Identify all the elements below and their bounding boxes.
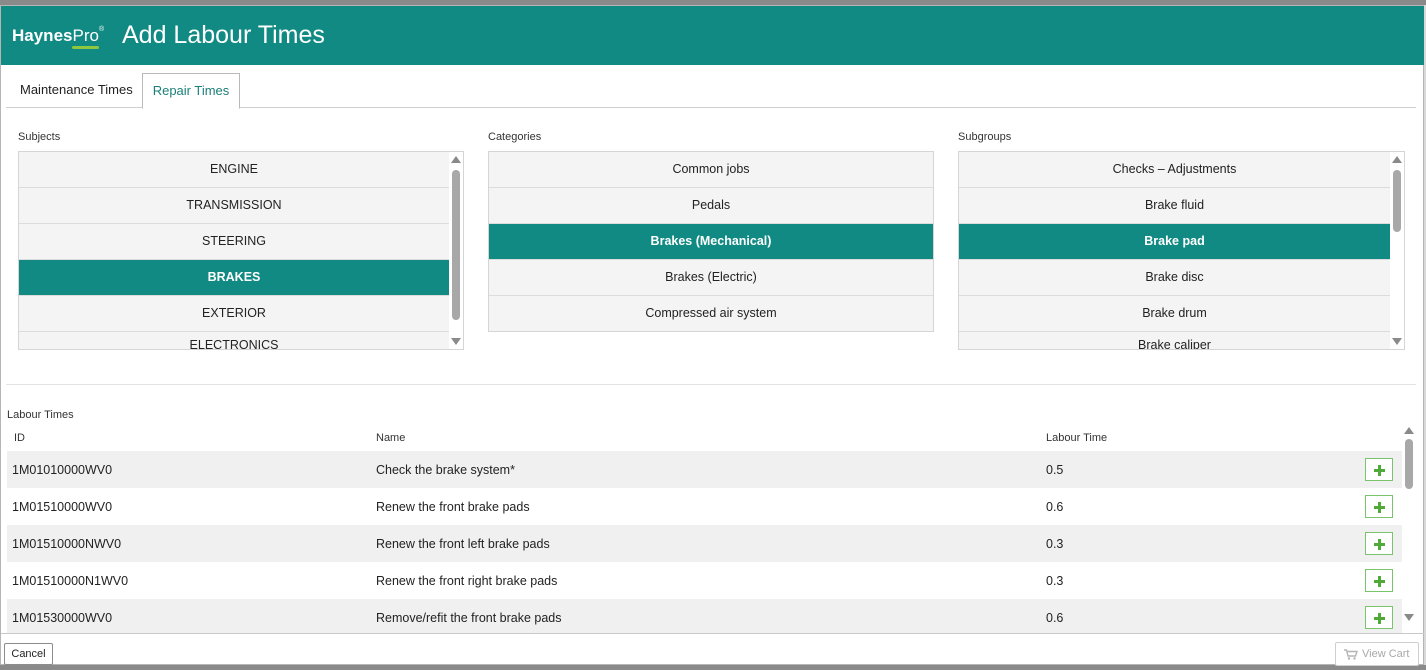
arrow-down-icon[interactable] xyxy=(1404,614,1414,621)
plus-icon[interactable] xyxy=(1365,458,1393,481)
cart-icon xyxy=(1344,649,1358,660)
dialog-title: Add Labour Times xyxy=(122,21,325,49)
subject-item-brakes[interactable]: BRAKES xyxy=(19,260,449,296)
categories-label: Categories xyxy=(488,131,542,143)
plus-icon[interactable] xyxy=(1365,532,1393,555)
labour-times-table: 1M01010000WV0 Check the brake system* 0.… xyxy=(7,451,1402,633)
scroll-thumb[interactable] xyxy=(1393,170,1401,232)
subject-item-steering[interactable]: STEERING xyxy=(19,224,449,260)
subject-item-electronics[interactable]: ELECTRONICS xyxy=(19,332,449,349)
row-id: 1M01510000NWV0 xyxy=(12,537,122,551)
arrow-up-icon[interactable] xyxy=(1404,427,1414,434)
arrow-up-icon[interactable] xyxy=(451,156,461,163)
subjects-label: Subjects xyxy=(18,131,61,143)
row-id: 1M01510000WV0 xyxy=(12,500,113,514)
table-row[interactable]: 1M01530000WV0 Remove/refit the front bra… xyxy=(7,599,1402,633)
row-labour-time: 0.6 xyxy=(1046,500,1064,514)
table-row[interactable]: 1M01010000WV0 Check the brake system* 0.… xyxy=(7,451,1402,488)
section-divider xyxy=(6,384,1416,385)
column-header-labour-time: Labour Time xyxy=(1046,432,1108,444)
arrow-down-icon[interactable] xyxy=(1392,338,1402,345)
subgroup-item-checks-adjustments[interactable]: Checks – Adjustments xyxy=(959,152,1390,188)
row-labour-time: 0.6 xyxy=(1046,611,1064,625)
subgroups-label: Subgroups xyxy=(958,131,1012,143)
tab-bar: Maintenance Times Repair Times xyxy=(6,73,1416,109)
subjects-scrollbar[interactable] xyxy=(449,152,463,349)
dialog-header: HaynesPro® Add Labour Times xyxy=(1,6,1425,65)
view-cart-label: View Cart xyxy=(1362,648,1410,660)
scroll-thumb[interactable] xyxy=(452,170,460,320)
row-id: 1M01530000WV0 xyxy=(12,611,113,625)
subject-item-exterior[interactable]: EXTERIOR xyxy=(19,296,449,332)
row-name: Renew the front left brake pads xyxy=(376,537,550,551)
subgroup-item-brake-drum[interactable]: Brake drum xyxy=(959,296,1390,332)
row-labour-time: 0.3 xyxy=(1046,574,1064,588)
arrow-up-icon[interactable] xyxy=(1392,156,1402,163)
row-name: Remove/refit the front brake pads xyxy=(376,611,562,625)
view-cart-button[interactable]: View Cart xyxy=(1335,642,1419,666)
row-id: 1M01010000WV0 xyxy=(12,463,113,477)
add-labour-times-dialog: HaynesPro® Add Labour Times Maintenance … xyxy=(0,5,1425,666)
table-row[interactable]: 1M01510000NWV0 Renew the front left brak… xyxy=(7,525,1402,562)
subgroup-item-brake-fluid[interactable]: Brake fluid xyxy=(959,188,1390,224)
subgroups-list: Checks – Adjustments Brake fluid Brake p… xyxy=(958,151,1405,350)
row-name: Check the brake system* xyxy=(376,463,515,477)
labour-times-label: Labour Times xyxy=(7,409,74,421)
table-row[interactable]: 1M01510000N1WV0 Renew the front right br… xyxy=(7,562,1402,599)
footer-divider xyxy=(1,633,1425,634)
arrow-down-icon[interactable] xyxy=(451,338,461,345)
plus-icon[interactable] xyxy=(1365,495,1393,518)
plus-icon[interactable] xyxy=(1365,606,1393,629)
column-header-name: Name xyxy=(376,432,406,444)
row-name: Renew the front right brake pads xyxy=(376,574,558,588)
row-labour-time: 0.5 xyxy=(1046,463,1064,477)
category-item-common-jobs[interactable]: Common jobs xyxy=(489,152,933,188)
row-labour-time: 0.3 xyxy=(1046,537,1064,551)
tab-repair-times[interactable]: Repair Times xyxy=(142,73,240,109)
category-item-pedals[interactable]: Pedals xyxy=(489,188,933,224)
subjects-list: ENGINE TRANSMISSION STEERING BRAKES EXTE… xyxy=(18,151,464,350)
column-header-id: ID xyxy=(14,432,25,444)
cancel-button[interactable]: Cancel xyxy=(4,643,53,665)
tab-maintenance-times[interactable]: Maintenance Times xyxy=(9,73,144,108)
plus-icon[interactable] xyxy=(1365,569,1393,592)
haynespro-logo: HaynesPro® xyxy=(12,26,105,49)
category-item-compressed-air[interactable]: Compressed air system xyxy=(489,296,933,331)
category-item-brakes-electric[interactable]: Brakes (Electric) xyxy=(489,260,933,296)
categories-list: Common jobs Pedals Brakes (Mechanical) B… xyxy=(488,151,934,332)
subject-item-engine[interactable]: ENGINE xyxy=(19,152,449,188)
subgroup-item-brake-caliper[interactable]: Brake caliper xyxy=(959,332,1390,349)
scroll-thumb[interactable] xyxy=(1405,439,1413,489)
subgroup-item-brake-disc[interactable]: Brake disc xyxy=(959,260,1390,296)
subgroups-scrollbar[interactable] xyxy=(1390,152,1404,349)
subgroup-item-brake-pad[interactable]: Brake pad xyxy=(959,224,1390,260)
labour-times-scrollbar[interactable] xyxy=(1402,423,1416,625)
category-item-brakes-mechanical[interactable]: Brakes (Mechanical) xyxy=(489,224,933,260)
row-id: 1M01510000N1WV0 xyxy=(12,574,129,588)
subject-item-transmission[interactable]: TRANSMISSION xyxy=(19,188,449,224)
table-row[interactable]: 1M01510000WV0 Renew the front brake pads… xyxy=(7,488,1402,525)
row-name: Renew the front brake pads xyxy=(376,500,530,514)
